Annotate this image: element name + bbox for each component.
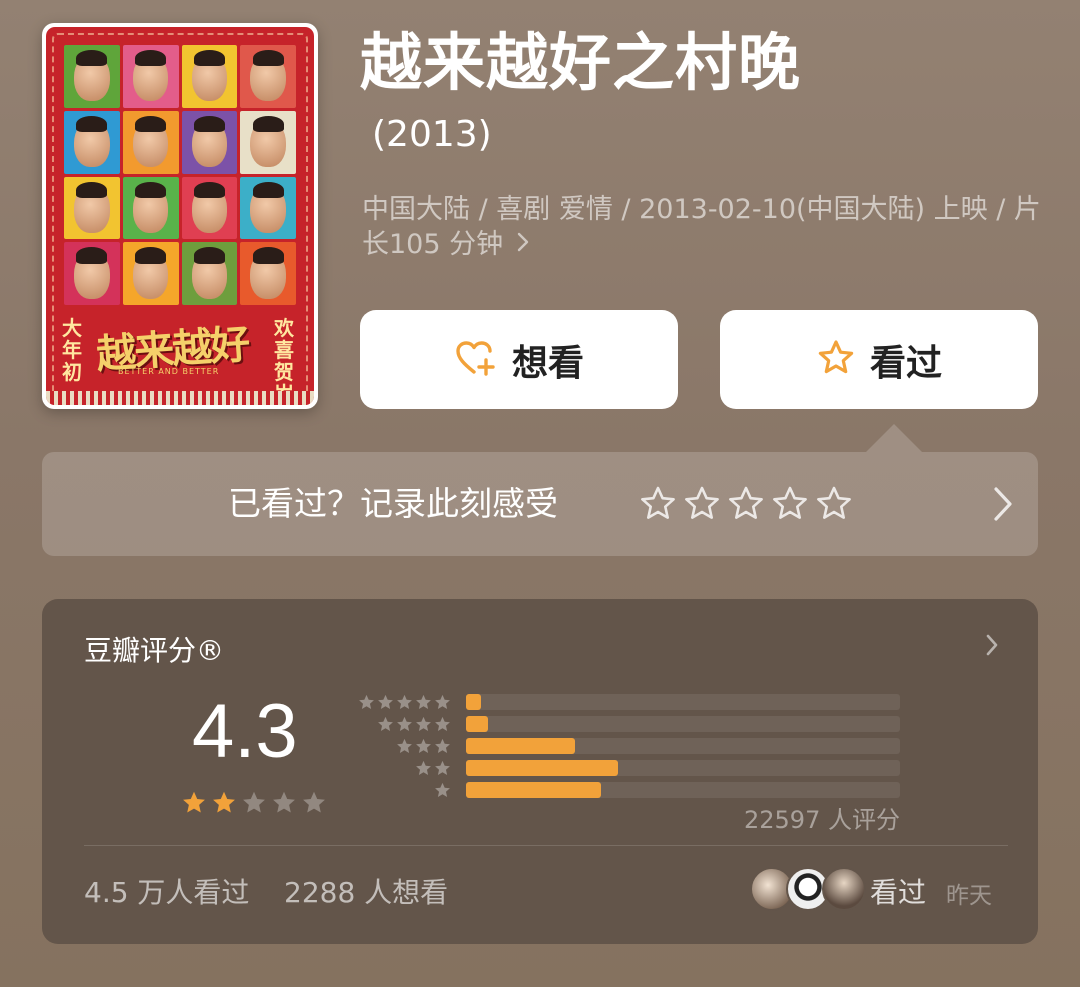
chevron-right-icon[interactable] xyxy=(984,632,1000,662)
star-small-icon xyxy=(397,716,412,731)
star-row-icons xyxy=(352,759,452,778)
star-filled-icon xyxy=(180,789,208,821)
star-small-icon xyxy=(435,782,450,797)
star-row-icons xyxy=(352,737,452,756)
rating-row-2-star xyxy=(352,757,900,779)
star-small-icon xyxy=(435,738,450,753)
watched-label: 看过 xyxy=(869,342,942,384)
poster-footer-pattern xyxy=(46,391,314,405)
friend-action: 看过 xyxy=(870,876,927,909)
star-outline-icon[interactable] xyxy=(682,484,722,528)
rating-bar-track xyxy=(466,694,900,710)
star-empty-icon xyxy=(240,789,268,821)
star-small-icon xyxy=(397,694,412,709)
star-small-icon xyxy=(416,716,431,731)
star-row-icons xyxy=(352,715,452,734)
divider xyxy=(84,845,1008,846)
record-pointer xyxy=(866,424,922,452)
movie-meta[interactable]: 中国大陆 / 喜剧 爱情 / 2013-02-10(中国大陆) 上映 / 片长1… xyxy=(362,192,1042,262)
star-outline-icon[interactable] xyxy=(770,484,810,528)
watched-button[interactable]: 看过 xyxy=(720,310,1038,409)
rating-row-1-star xyxy=(352,779,900,801)
star-outline-icon[interactable] xyxy=(638,484,678,528)
star-small-icon xyxy=(397,738,412,753)
star-empty-icon xyxy=(300,789,328,821)
rating-row-4-star xyxy=(352,713,900,735)
star-filled-icon xyxy=(210,789,238,821)
rating-bar-track xyxy=(466,760,900,776)
record-feeling-row[interactable]: 已看过？记录此刻感受 xyxy=(42,452,1038,556)
star-outline-icon[interactable] xyxy=(726,484,766,528)
poster-subtitle: BETTER AND BETTER xyxy=(118,367,220,376)
heart-plus-icon xyxy=(454,338,498,382)
want-to-watch-label: 想看 xyxy=(511,342,584,384)
friend-avatars[interactable] xyxy=(750,867,866,911)
record-prompt: 已看过？记录此刻感受 xyxy=(228,484,558,523)
star-row-icons xyxy=(352,693,452,712)
star-small-icon xyxy=(416,760,431,775)
chevron-right-icon xyxy=(516,227,530,262)
movie-year: (2013) xyxy=(372,114,492,155)
star-empty-icon xyxy=(270,789,298,821)
chevron-right-icon[interactable] xyxy=(990,484,1016,528)
star-small-icon xyxy=(359,694,374,709)
rating-row-5-star xyxy=(352,691,900,713)
rating-count: 22597 人评分 xyxy=(744,806,900,834)
douban-rating-card[interactable]: 豆瓣评分® 4.3 22597 人评分 4.5 万人看过 2288 人想看 看过… xyxy=(42,599,1038,944)
rate-stars[interactable] xyxy=(638,484,854,528)
rating-stars xyxy=(180,789,328,821)
star-small-icon xyxy=(435,716,450,731)
star-outline-icon xyxy=(816,338,856,382)
rating-bar-fill xyxy=(466,694,482,710)
star-small-icon xyxy=(435,760,450,775)
rating-title: 豆瓣评分® xyxy=(84,634,225,667)
watched-count[interactable]: 4.5 万人看过 xyxy=(84,871,249,911)
poster-image: 大年初一 越来越好 BETTER AND BETTER 欢喜贺岁 xyxy=(46,27,314,405)
want-count[interactable]: 2288 人想看 xyxy=(284,871,448,911)
rating-bar-track xyxy=(466,738,900,754)
star-small-icon xyxy=(435,694,450,709)
star-outline-icon[interactable] xyxy=(814,484,854,528)
avatar xyxy=(822,867,866,911)
movie-poster[interactable]: 大年初一 越来越好 BETTER AND BETTER 欢喜贺岁 xyxy=(42,23,318,409)
rating-distribution xyxy=(352,691,900,801)
star-small-icon xyxy=(416,694,431,709)
rating-bar-fill xyxy=(466,716,488,732)
rating-bar-fill xyxy=(466,760,618,776)
star-small-icon xyxy=(416,738,431,753)
rating-score: 4.3 xyxy=(192,689,298,774)
star-small-icon xyxy=(378,694,393,709)
poster-faces xyxy=(64,45,296,305)
movie-meta-text: 中国大陆 / 喜剧 爱情 / 2013-02-10(中国大陆) 上映 / 片长1… xyxy=(362,194,1041,260)
friend-time: 昨天 xyxy=(946,883,992,909)
rating-bar-fill xyxy=(466,738,575,754)
rating-bar-fill xyxy=(466,782,601,798)
star-row-icons xyxy=(352,781,452,800)
rating-bar-track xyxy=(466,782,900,798)
movie-title: 越来越好之村晚 xyxy=(360,29,802,98)
star-small-icon xyxy=(378,716,393,731)
rating-bar-track xyxy=(466,716,900,732)
want-to-watch-button[interactable]: 想看 xyxy=(360,310,678,409)
rating-row-3-star xyxy=(352,735,900,757)
